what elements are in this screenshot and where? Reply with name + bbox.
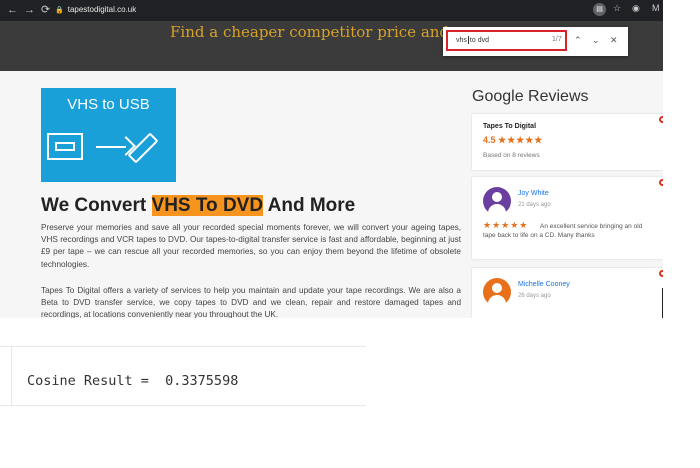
avatar: [483, 278, 511, 306]
divider: [662, 288, 663, 318]
review-stars-icon: ★★★★★: [483, 220, 529, 230]
intro-paragraph: Preserve your memories and save all your…: [41, 223, 461, 269]
page-heading: We Convert VHS To DVD And More: [41, 195, 356, 216]
url-text: tapestodigital.co.uk: [67, 5, 137, 14]
rating-value: 4.5 ★★★★★: [483, 135, 544, 145]
review-card: Michelle Cooney 26 days ago: [472, 268, 663, 318]
find-query: vhs to dvd: [456, 36, 489, 44]
services-paragraph: Tapes To Digital offers a variety of ser…: [41, 286, 461, 318]
find-previous-icon[interactable]: ⌃: [574, 35, 582, 46]
vhs-to-usb-logo: VHS to USB: [41, 88, 176, 182]
reader-mode-icon[interactable]: ▤: [593, 3, 606, 16]
page-content: VHS to USB We Convert VHS To DVD And Mor…: [0, 71, 663, 318]
find-bar: vhs to dvd 1/7 ⌃ ⌄ ✕: [443, 27, 628, 56]
reviewer-name[interactable]: Joy White: [518, 190, 549, 197]
review-date: 21 days ago: [518, 202, 551, 208]
reviewer-name[interactable]: Michelle Cooney: [518, 281, 570, 288]
avatar: [483, 187, 511, 215]
bookmark-star-icon[interactable]: ☆: [613, 3, 621, 14]
lock-icon: 🔒: [55, 7, 64, 14]
reload-icon[interactable]: ⟳: [41, 3, 50, 17]
find-next-icon[interactable]: ⌄: [592, 35, 600, 46]
rating-summary-card: Tapes To Digital 4.5 ★★★★★ Based on 8 re…: [472, 114, 663, 170]
address-bar[interactable]: 🔒 tapestodigital.co.uk: [55, 2, 575, 18]
reviews-title: Google Reviews: [472, 88, 589, 105]
logo-title: VHS to USB: [67, 96, 150, 113]
business-name[interactable]: Tapes To Digital: [483, 123, 536, 130]
review-date: 26 days ago: [518, 293, 551, 299]
review-card: Joy White 21 days ago ★★★★★ An excellent…: [472, 177, 663, 259]
find-input[interactable]: vhs to dvd 1/7: [446, 30, 567, 51]
find-match-count: 1/7: [552, 36, 562, 43]
back-icon[interactable]: ←: [7, 3, 18, 17]
search-highlight: VHS To DVD: [151, 195, 264, 216]
console-output-panel: Cosine Result = 0.3375598: [0, 346, 366, 406]
extension-icon[interactable]: ◉: [632, 3, 640, 14]
browser-toolbar: ← → ⟳ 🔒 tapestodigital.co.uk ▤ ☆ ◉ M: [0, 0, 663, 21]
review-text-continued: tape back to life on a CD. Many thanks: [483, 232, 595, 239]
rating-stars-icon: ★★★★★: [498, 135, 544, 145]
review-text: An excellent service bringing an old: [540, 223, 643, 230]
console-output: Cosine Result = 0.3375598: [27, 373, 239, 389]
google-icon: [659, 116, 663, 123]
forward-icon[interactable]: →: [24, 3, 35, 17]
review-count: Based on 8 reviews: [483, 152, 540, 159]
vhs-tape-icon: [47, 133, 83, 160]
console-gutter: [0, 347, 12, 405]
google-icon: [659, 179, 663, 186]
hero-text: Find a cheaper competitor price and w: [170, 23, 467, 41]
google-icon: [659, 270, 663, 277]
find-close-icon[interactable]: ✕: [610, 35, 618, 46]
browser-screenshot: ← → ⟳ 🔒 tapestodigital.co.uk ▤ ☆ ◉ M Find…: [0, 0, 663, 318]
profile-icon[interactable]: M: [652, 3, 660, 13]
